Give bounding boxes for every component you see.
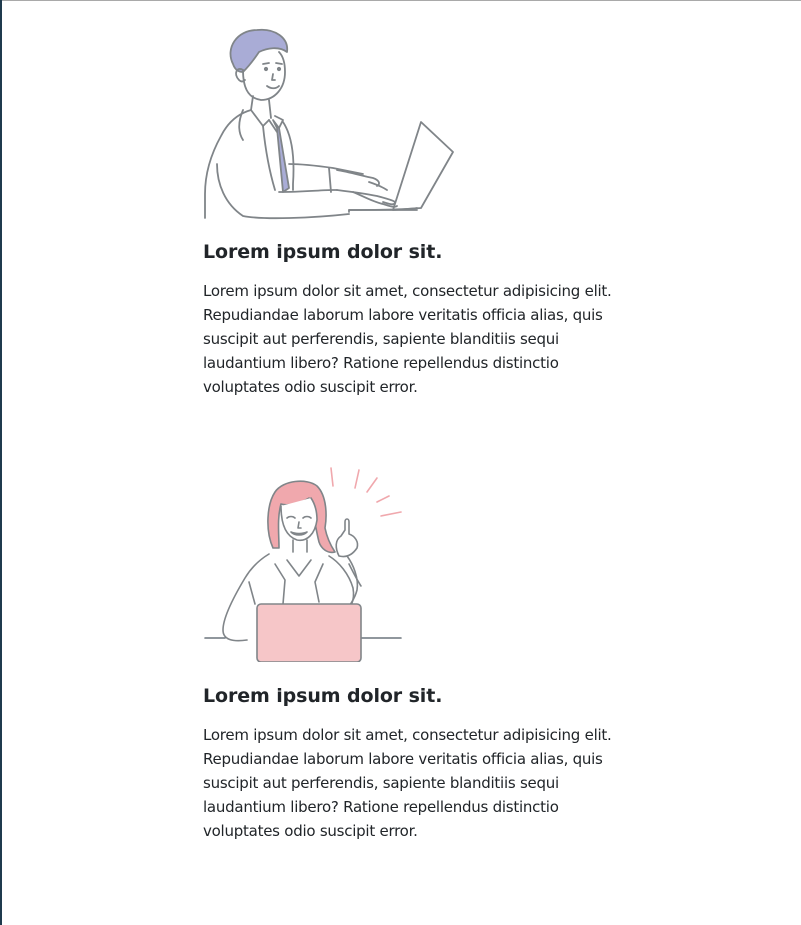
feature-description: Lorem ipsum dolor sit amet, consectetur … (203, 723, 623, 843)
feature-title: Lorem ipsum dolor sit. (203, 241, 443, 263)
text-line: laudantium libero? Ratione repellendus d… (203, 798, 559, 816)
text-line: voluptates odio suscipit error. (203, 378, 418, 396)
man-typing-laptop-illustration (204, 28, 454, 220)
text-line: Lorem ipsum dolor sit amet, consectetur … (203, 726, 612, 744)
feature-card-1: Lorem ipsum dolor sit. Lorem ipsum dolor… (203, 24, 623, 399)
woman-idea-laptop-illustration (204, 467, 402, 662)
text-line: Repudiandae laborum labore veritatis off… (203, 306, 603, 324)
text-line: Lorem ipsum dolor sit amet, consectetur … (203, 282, 612, 300)
text-line: suscipit aut perferendis, sapiente bland… (203, 330, 559, 348)
feature-title: Lorem ipsum dolor sit. (203, 685, 443, 707)
feature-card-2: Lorem ipsum dolor sit. Lorem ipsum dolor… (203, 464, 623, 843)
top-border (0, 0, 801, 1)
text-line: Repudiandae laborum labore veritatis off… (203, 750, 603, 768)
text-line: laudantium libero? Ratione repellendus d… (203, 354, 559, 372)
feature-description: Lorem ipsum dolor sit amet, consectetur … (203, 279, 623, 399)
text-line: suscipit aut perferendis, sapiente bland… (203, 774, 559, 792)
left-border (0, 0, 2, 925)
text-line: voluptates odio suscipit error. (203, 822, 418, 840)
